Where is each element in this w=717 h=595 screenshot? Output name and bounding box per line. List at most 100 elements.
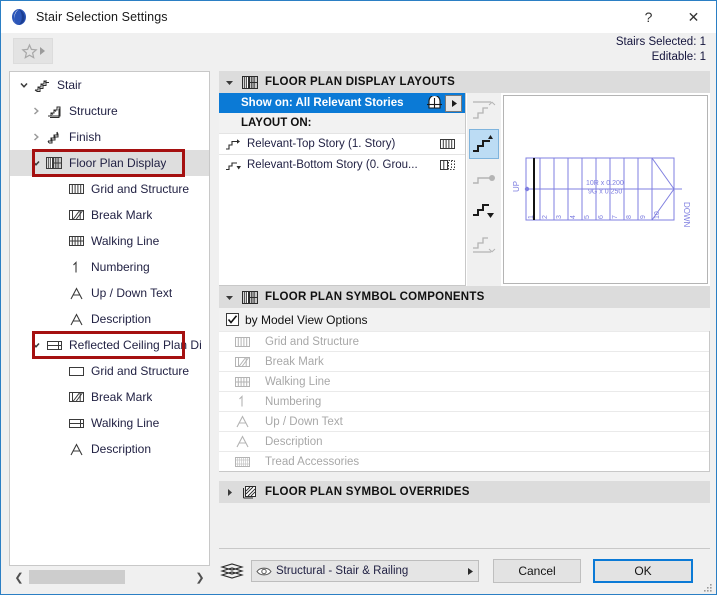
chevron-down-icon[interactable]	[219, 78, 239, 87]
going-text: 9G x 0.250	[588, 189, 622, 196]
structure-icon	[44, 101, 64, 121]
chevron-left-icon[interactable]: ❮	[10, 567, 28, 587]
stair-layout-middle-icon[interactable]	[469, 162, 499, 192]
stories-icon	[423, 96, 445, 110]
cancel-button[interactable]: Cancel	[493, 559, 581, 583]
component-row-label: Tread Accessories	[265, 455, 360, 468]
sidebar-item-description[interactable]: Description	[10, 306, 209, 332]
show-on-menu-button[interactable]	[445, 94, 462, 112]
svg-text:6: 6	[598, 215, 605, 219]
svg-text:7: 7	[612, 215, 619, 219]
sidebar-item-numbering[interactable]: Numbering	[10, 254, 209, 280]
component-row[interactable]: Description	[219, 431, 709, 451]
component-row[interactable]: Walking Line	[219, 371, 709, 391]
sidebar-item-break-mark[interactable]: Break Mark	[10, 384, 209, 410]
resize-grip-icon[interactable]	[703, 582, 713, 592]
sidebar-item-label: Reflected Ceiling Plan Di	[69, 338, 202, 352]
layouts-list[interactable]: Show on: All Relevant Stories LAYOUT ON:	[219, 93, 466, 286]
layout-row[interactable]: Relevant-Top Story (1. Story)	[219, 133, 465, 154]
sidebar-item-finish[interactable]: Finish	[10, 124, 209, 150]
show-on-row[interactable]: Show on: All Relevant Stories	[219, 93, 465, 113]
ok-button[interactable]: OK	[593, 559, 693, 583]
overrides-section-title: FLOOR PLAN SYMBOL OVERRIDES	[265, 486, 470, 498]
archicad-stair-icon	[10, 8, 28, 26]
sidebar-item-break-mark[interactable]: Break Mark	[10, 202, 209, 228]
component-row[interactable]: Break Mark	[219, 351, 709, 371]
favorites-button[interactable]	[13, 38, 53, 64]
sidebar-item-label: Finish	[69, 130, 102, 144]
sidebar-item-label: Stair	[57, 78, 82, 92]
help-button[interactable]: ?	[626, 2, 671, 33]
component-row[interactable]: Up / Down Text	[219, 411, 709, 431]
by-model-view-options-row[interactable]: by Model View Options	[219, 308, 710, 331]
grid-and-structure-icon	[66, 179, 86, 199]
chevron-right-icon[interactable]	[28, 98, 44, 124]
sidebar-item-label: Numbering	[91, 260, 150, 274]
chevron-down-icon[interactable]	[219, 293, 239, 302]
chevron-down-icon[interactable]	[16, 72, 32, 98]
sidebar-item-structure[interactable]: Structure	[10, 98, 209, 124]
sidebar-item-label: Description	[91, 312, 152, 326]
stair-icon	[32, 75, 52, 95]
sidebar-item-label: Structure	[69, 104, 118, 118]
grid-dashed-icon[interactable]	[429, 158, 465, 172]
svg-text:2: 2	[542, 215, 549, 219]
dialog-window: Stair Selection Settings ? ✕ Stairs Sele…	[0, 0, 717, 595]
tree-horizontal-scrollbar[interactable]: ❮ ❯	[10, 567, 209, 587]
mvo-checkbox[interactable]	[226, 313, 239, 326]
stair-layout-bottom-icon[interactable]	[469, 195, 499, 225]
text-a-icon	[219, 434, 265, 449]
triangle-right-icon[interactable]	[462, 567, 478, 576]
preview-layout-tools[interactable]	[467, 93, 501, 286]
sidebar-item-grid-and-structure[interactable]: Grid and Structure	[10, 358, 209, 384]
layout-row[interactable]: Relevant-Bottom Story (0. Grou...	[219, 154, 465, 175]
chevron-right-icon[interactable]	[28, 124, 44, 150]
svg-text:4: 4	[570, 215, 577, 219]
layouts-section-header[interactable]: FLOOR PLAN DISPLAY LAYOUTS	[219, 71, 710, 93]
chevron-down-icon[interactable]	[28, 332, 44, 358]
layer-select[interactable]: Structural - Stair & Railing	[251, 560, 479, 582]
svg-text:10: 10	[654, 211, 661, 219]
floor-plan-display-icon	[239, 75, 261, 89]
floor-plan-symbol-overrides-section-header[interactable]: FLOOR PLAN SYMBOL OVERRIDES	[219, 481, 710, 503]
sidebar-item-floor-plan-display[interactable]: Floor Plan Display	[10, 150, 209, 176]
close-icon[interactable]: ✕	[671, 2, 716, 33]
stair-layout-top-icon[interactable]	[469, 96, 499, 126]
floor-plan-symbol-components-section: FLOOR PLAN SYMBOL COMPONENTS by Model Vi…	[219, 286, 710, 472]
stair-layout-below-icon[interactable]	[469, 228, 499, 258]
svg-text:8: 8	[626, 215, 633, 219]
components-section-header[interactable]: FLOOR PLAN SYMBOL COMPONENTS	[219, 286, 710, 308]
sidebar-item-up-down-text[interactable]: Up / Down Text	[10, 280, 209, 306]
settings-tree[interactable]: Stair Structure Finish Floor Plan Displa…	[9, 71, 210, 566]
sidebar-item-grid-and-structure[interactable]: Grid and Structure	[10, 176, 209, 202]
text-a-icon	[66, 309, 86, 329]
component-row[interactable]: Numbering	[219, 391, 709, 411]
up-label: UP	[512, 181, 521, 192]
sidebar-item-stair[interactable]: Stair	[10, 72, 209, 98]
stair-layout-relevant-top-icon[interactable]	[469, 129, 499, 159]
sidebar-item-walking-line[interactable]: Walking Line	[10, 410, 209, 436]
editable-label: Editable: 1	[651, 51, 706, 63]
components-list: Grid and Structure Break Mark Walking Li…	[219, 331, 710, 472]
chevron-right-icon[interactable]: ❯	[191, 567, 209, 587]
stair-preview[interactable]: 10R x 0.200 9G x 0.250 UP DOWN 1 2 3 4 5…	[503, 95, 708, 284]
scrollbar-thumb[interactable]	[29, 570, 125, 584]
component-row[interactable]: Grid and Structure	[219, 331, 709, 351]
stairs-selected-label: Stairs Selected: 1	[615, 36, 706, 48]
sidebar-item-walking-line[interactable]: Walking Line	[10, 228, 209, 254]
svg-text:5: 5	[584, 215, 591, 219]
svg-text:9: 9	[640, 215, 647, 219]
grid-solid-icon[interactable]	[429, 137, 465, 151]
layout-row-label: Relevant-Top Story (1. Story)	[247, 138, 396, 150]
sidebar-item-label: Grid and Structure	[91, 364, 190, 378]
chevron-down-icon[interactable]	[28, 150, 44, 176]
rcp-walking-line-icon	[66, 413, 86, 433]
chevron-right-icon[interactable]	[219, 488, 239, 497]
component-row[interactable]: Tread Accessories	[219, 451, 709, 471]
sidebar-item-reflected-ceiling-plan-di[interactable]: Reflected Ceiling Plan Di	[10, 332, 209, 358]
sidebar-item-description[interactable]: Description	[10, 436, 209, 462]
